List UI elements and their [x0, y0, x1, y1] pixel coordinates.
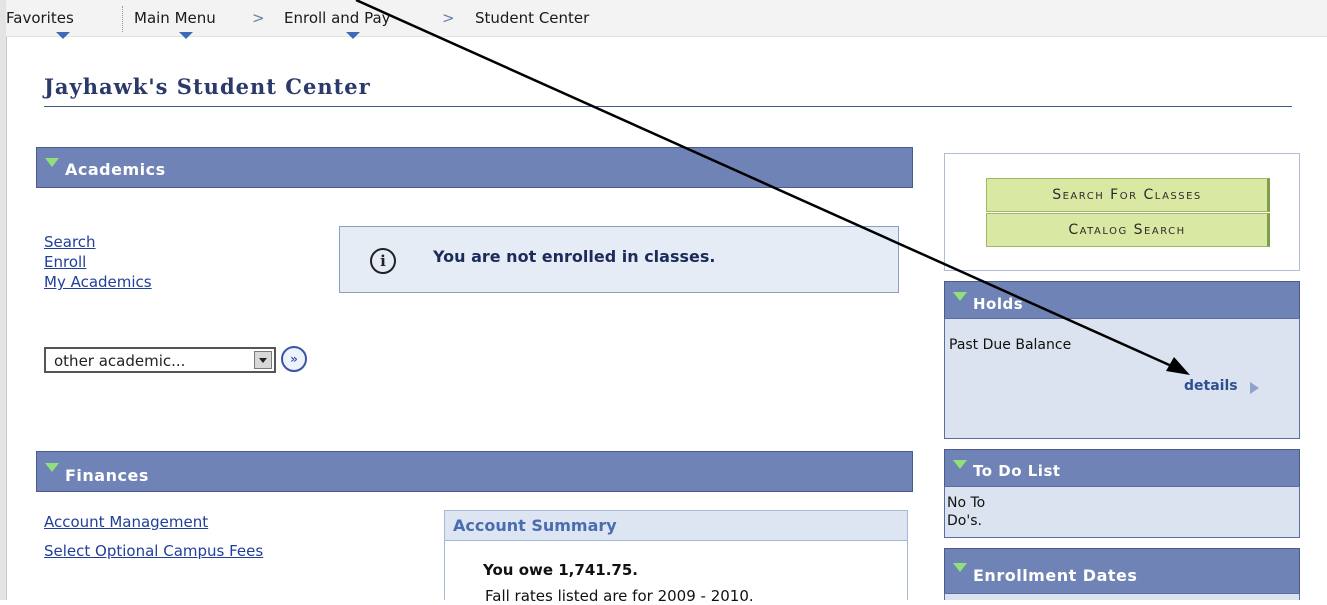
breadcrumb-favorites[interactable]: Favorites	[6, 9, 74, 27]
account-summary-header: Account Summary	[445, 511, 907, 541]
expand-triangle-icon[interactable]	[45, 463, 59, 472]
breadcrumb-separator: >	[252, 9, 265, 27]
holds-header-label: Holds	[973, 295, 1024, 313]
go-button[interactable]: »	[281, 346, 307, 372]
other-academic-select[interactable]: other academic...	[44, 347, 276, 373]
todo-panel: No To Do's.	[944, 486, 1300, 538]
academics-section-header[interactable]: Academics	[36, 147, 913, 188]
hold-item: Past Due Balance	[949, 337, 1072, 353]
search-for-classes-button[interactable]: Search For Classes	[986, 178, 1270, 212]
select-value: other academic...	[54, 352, 186, 370]
info-icon: i	[370, 248, 396, 274]
breadcrumb: Favorites Main Menu > Enroll and Pay > S…	[6, 0, 1327, 39]
expand-triangle-icon[interactable]	[953, 563, 967, 572]
academics-link-my-academics[interactable]: My Academics	[44, 273, 152, 291]
page-title: Jayhawk's Student Center	[44, 74, 371, 99]
enrollment-dates-header-label: Enrollment Dates	[973, 566, 1138, 585]
not-enrolled-notice: i You are not enrolled in classes.	[339, 226, 899, 293]
account-summary-title: Account Summary	[453, 516, 617, 535]
not-enrolled-message: You are not enrolled in classes.	[433, 247, 716, 266]
rates-note: Fall rates listed are for 2009 - 2010.	[485, 587, 754, 605]
finances-section-header[interactable]: Finances	[36, 451, 913, 492]
breadcrumb-main-menu[interactable]: Main Menu	[134, 9, 216, 27]
finances-link-account-management[interactable]: Account Management	[44, 513, 208, 531]
breadcrumb-separator: >	[442, 9, 455, 27]
title-divider	[44, 106, 1292, 107]
favorites-dropdown-icon[interactable]	[56, 32, 70, 39]
holds-details-link[interactable]: details	[1184, 378, 1238, 394]
main-menu-dropdown-icon[interactable]	[179, 32, 193, 39]
academics-header-label: Academics	[65, 160, 166, 179]
details-arrow-icon[interactable]	[1250, 382, 1259, 394]
catalog-search-button[interactable]: Catalog Search	[986, 213, 1270, 247]
left-frame-border	[0, 0, 7, 600]
holds-panel: Past Due Balance	[944, 318, 1300, 439]
dropdown-arrow-icon[interactable]	[254, 351, 272, 369]
class-search-panel: Search For Classes Catalog Search	[944, 153, 1300, 271]
expand-triangle-icon[interactable]	[45, 158, 59, 167]
amount-owed: You owe 1,741.75.	[483, 561, 638, 579]
enrollment-dates-section-header[interactable]: Enrollment Dates	[944, 548, 1300, 594]
enrollment-dates-panel	[944, 593, 1300, 600]
breadcrumb-student-center: Student Center	[475, 9, 590, 27]
expand-triangle-icon[interactable]	[953, 460, 967, 469]
todo-section-header[interactable]: To Do List	[944, 449, 1300, 487]
breadcrumb-enroll-and-pay[interactable]: Enroll and Pay	[284, 9, 391, 27]
academics-link-enroll[interactable]: Enroll	[44, 253, 86, 271]
expand-triangle-icon[interactable]	[953, 292, 967, 301]
account-summary-panel: Account Summary You owe 1,741.75. Fall r…	[444, 510, 908, 605]
academics-link-search[interactable]: Search	[44, 233, 96, 251]
finances-link-optional-fees[interactable]: Select Optional Campus Fees	[44, 542, 263, 560]
todo-header-label: To Do List	[973, 462, 1061, 480]
todo-text-line2: Do's.	[947, 513, 982, 529]
finances-header-label: Finances	[65, 466, 149, 485]
breadcrumb-divider	[122, 6, 124, 32]
todo-text-line1: No To	[947, 495, 986, 511]
holds-section-header[interactable]: Holds	[944, 281, 1300, 319]
enroll-and-pay-dropdown-icon[interactable]	[346, 32, 360, 39]
